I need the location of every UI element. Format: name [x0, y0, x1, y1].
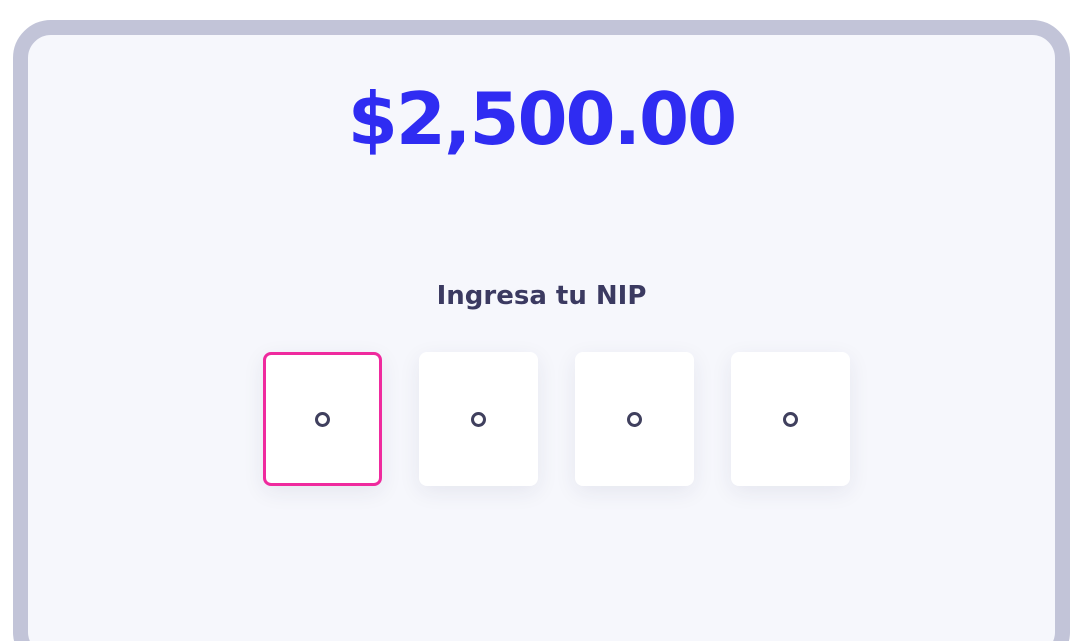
payment-card: $2,500.00 Ingresa tu NIP: [13, 20, 1070, 641]
amount-display: $2,500.00: [347, 77, 737, 161]
pin-digit-4[interactable]: [731, 352, 850, 486]
empty-circle-icon: [315, 411, 330, 427]
pin-digit-1[interactable]: [263, 352, 382, 486]
pin-digit-2[interactable]: [419, 352, 538, 486]
empty-circle-icon: [471, 411, 486, 427]
pin-input-row: [263, 352, 850, 486]
pin-label: Ingresa tu NIP: [436, 281, 647, 311]
empty-circle-icon: [627, 411, 642, 427]
empty-circle-icon: [783, 411, 798, 427]
pin-digit-3[interactable]: [575, 352, 694, 486]
